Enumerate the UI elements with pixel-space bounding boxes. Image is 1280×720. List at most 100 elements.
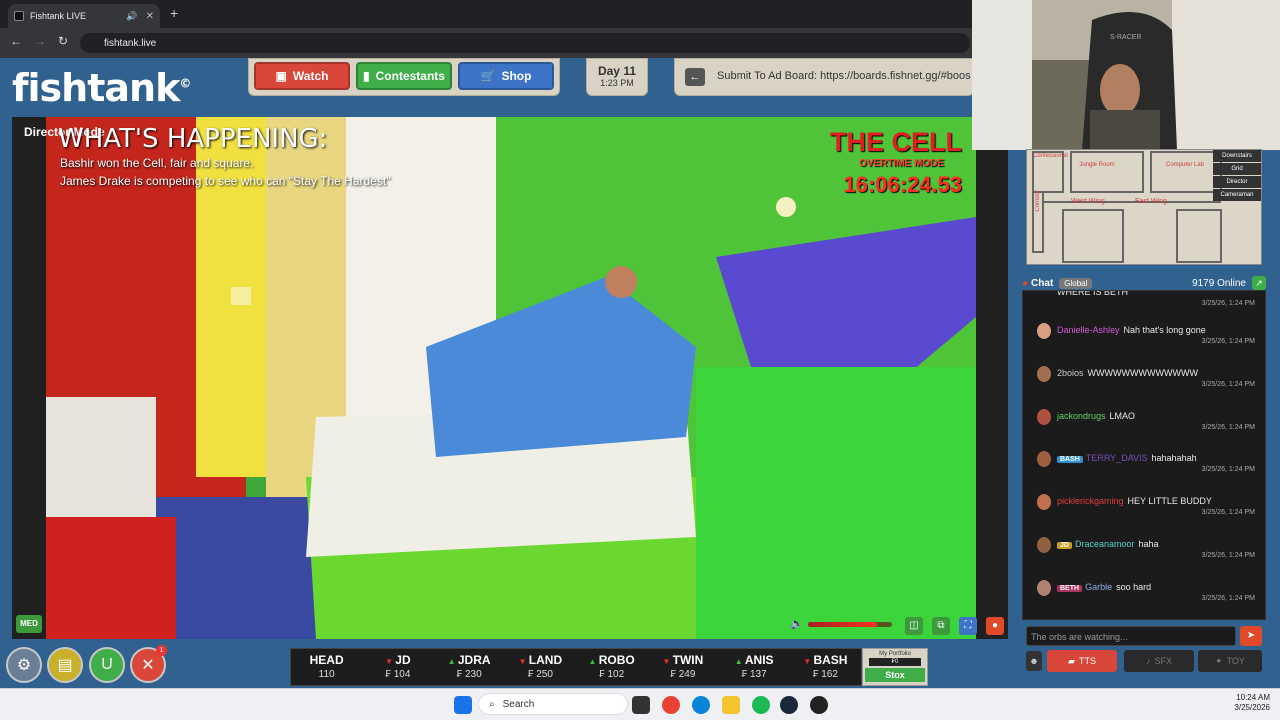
edge-icon[interactable] — [692, 696, 710, 714]
ticker-item-robo[interactable]: ▲ ROBO ₣ 102 — [576, 649, 647, 685]
taskbar-search[interactable]: ⌕ Search — [478, 693, 628, 715]
sfx-button[interactable]: ♪ SFX — [1124, 650, 1194, 672]
ticker-price: ₣ 250 — [527, 669, 553, 680]
map-room-west-wing[interactable]: West Wing — [1071, 198, 1105, 205]
chat-username[interactable]: jackondrugs — [1057, 411, 1106, 421]
cell-title: THE CELL — [830, 127, 962, 157]
user-avatar[interactable] — [1037, 537, 1051, 553]
ticker-item-land[interactable]: ▼ LAND ₣ 250 — [505, 649, 576, 685]
ticker-price: ₣ 104 — [385, 669, 411, 680]
chat-input[interactable]: The orbs are watching... — [1026, 626, 1236, 646]
chat-message-body: jackondrugs LMAO — [1057, 411, 1135, 421]
map-room-confessional[interactable]: Confessional — [1033, 153, 1068, 159]
map-buttons: Downstairs Grid Director Cameraman — [1213, 150, 1261, 202]
map-director-button[interactable]: Director — [1213, 176, 1261, 188]
quality-badge[interactable]: MED — [16, 615, 42, 633]
send-icon[interactable]: ➤ — [1240, 626, 1262, 646]
cart-icon: 🛒 — [480, 69, 496, 83]
fishtank-logo[interactable]: fishtank© — [12, 66, 191, 110]
toy-button[interactable]: ✦ TOY — [1198, 650, 1262, 672]
whats-happening-heading: WHAT'S HAPPENING: — [58, 124, 328, 154]
inventory-icon[interactable]: U — [89, 647, 125, 683]
tts-icon: ▰ — [1068, 655, 1075, 666]
chat-username[interactable]: TERRY_DAVIS — [1086, 453, 1148, 463]
record-icon[interactable]: ● — [986, 617, 1004, 635]
sfx-label: SFX — [1154, 656, 1172, 666]
forward-icon[interactable]: → — [34, 34, 46, 48]
task-view-icon[interactable] — [632, 696, 650, 714]
file-explorer-icon[interactable] — [722, 696, 740, 714]
user-avatar[interactable] — [1037, 451, 1051, 468]
windows-start-icon[interactable] — [454, 696, 472, 714]
chrome-icon[interactable] — [662, 696, 680, 714]
portfolio-value: ₣0 — [869, 658, 921, 666]
watch-button[interactable]: ▣ Watch — [254, 62, 350, 90]
map-downstairs-button[interactable]: Downstairs — [1213, 150, 1261, 162]
browser-tab[interactable]: Fishtank LIVE 🔊 ✕ — [8, 4, 160, 28]
chat-username[interactable]: picklerickgaming — [1057, 496, 1124, 506]
day-label: Day 11 — [597, 64, 637, 78]
search-icon: ⌕ — [489, 698, 495, 710]
user-avatar[interactable] — [1037, 365, 1051, 382]
chat-username[interactable]: Draceanamoor — [1075, 539, 1135, 549]
ticker-item-head[interactable]: HEAD 110 — [291, 649, 362, 685]
ticker-item-twin[interactable]: ▼ TWIN ₣ 249 — [647, 649, 718, 685]
user-avatar[interactable] — [1037, 579, 1051, 596]
map-room-jungle[interactable]: Jungle Room — [1077, 162, 1117, 168]
stox-button[interactable]: Stox — [865, 668, 925, 682]
tab-audio-icon[interactable]: 🔊 — [126, 11, 137, 22]
address-bar[interactable]: fishtank.live — [80, 33, 970, 53]
map-cameraman-button[interactable]: Cameraman — [1213, 189, 1261, 201]
fullscreen-icon[interactable]: ⛶ — [959, 617, 977, 635]
new-tab-icon[interactable]: + — [170, 5, 178, 21]
chat-settings-icon[interactable]: ↗ — [1252, 276, 1266, 290]
ad-back-icon[interactable]: ← — [685, 68, 705, 86]
arrow-down-icon: ▼ — [518, 657, 529, 666]
user-avatar[interactable] — [1037, 494, 1051, 511]
user-avatar[interactable] — [1037, 408, 1051, 425]
ticker-price: ₣ 249 — [670, 669, 696, 680]
items-icon[interactable]: ▤ — [47, 647, 83, 683]
chat-username[interactable]: 2boios — [1057, 368, 1084, 378]
chat-text: Nah that's long gone — [1123, 325, 1206, 335]
shop-button[interactable]: 🛒 Shop — [458, 62, 554, 90]
chat-title: Chat — [1031, 277, 1054, 289]
tab-close-icon[interactable]: ✕ — [146, 11, 154, 22]
live-video[interactable] — [46, 117, 976, 639]
clip-icon[interactable]: ◫ — [905, 617, 923, 635]
taskbar-search-label: Search — [502, 698, 535, 710]
ticker-item-jdra[interactable]: ▲ JDRA ₣ 230 — [434, 649, 505, 685]
map-grid-button[interactable]: Grid — [1213, 163, 1261, 175]
cast-icon[interactable]: ⧉ — [932, 617, 950, 635]
arrow-up-icon: ▲ — [588, 657, 599, 666]
user-avatar[interactable] — [1037, 323, 1051, 339]
steam-icon[interactable] — [780, 696, 798, 714]
settings-gear-icon[interactable]: ⚙ — [6, 647, 42, 683]
map-room-east-wing[interactable]: East Wing — [1135, 198, 1167, 205]
ticker-item-bash[interactable]: ▼ BASH ₣ 162 — [790, 649, 861, 685]
logo-text: fishtank — [12, 66, 180, 110]
video-scene — [46, 117, 976, 639]
ticker-item-anis[interactable]: ▲ ANIS ₣ 137 — [719, 649, 790, 685]
ticker-symbol: ▲ ANIS — [734, 653, 774, 667]
tts-button[interactable]: ▰ TTS — [1047, 650, 1117, 672]
chat-text: WWWWWWWWWWWWW — [1087, 367, 1198, 378]
chat-scope-button[interactable]: Global — [1059, 277, 1093, 289]
spotify-icon[interactable] — [752, 696, 770, 714]
map-room-corridor[interactable]: Corridor — [1035, 190, 1041, 212]
reload-icon[interactable]: ↻ — [58, 34, 68, 48]
chat-text: WHERE IS BETH — [1057, 290, 1129, 297]
emoji-icon[interactable]: ☻ — [1026, 651, 1042, 671]
obs-icon[interactable] — [810, 696, 828, 714]
chat-username[interactable]: Garble — [1085, 582, 1112, 592]
chat-username[interactable]: Danielle-Ashley — [1057, 325, 1120, 335]
contestants-button[interactable]: ▮ Contestants — [356, 62, 452, 90]
ticker-item-jd[interactable]: ▼ JD ₣ 104 — [362, 649, 433, 685]
chat-timestamp: 3/25/26, 1:24 PM — [1201, 509, 1255, 517]
volume-slider[interactable] — [808, 622, 892, 627]
system-clock[interactable]: 10:24 AM 3/25/2026 — [1234, 693, 1270, 713]
back-icon[interactable]: ← — [10, 34, 22, 48]
map-room-computer-lab[interactable]: Computer Lab — [1165, 162, 1205, 168]
ad-board-bar[interactable]: ← Submit To Ad Board: https://boards.fis… — [674, 58, 974, 96]
volume-icon[interactable]: 🔈 — [790, 617, 804, 630]
